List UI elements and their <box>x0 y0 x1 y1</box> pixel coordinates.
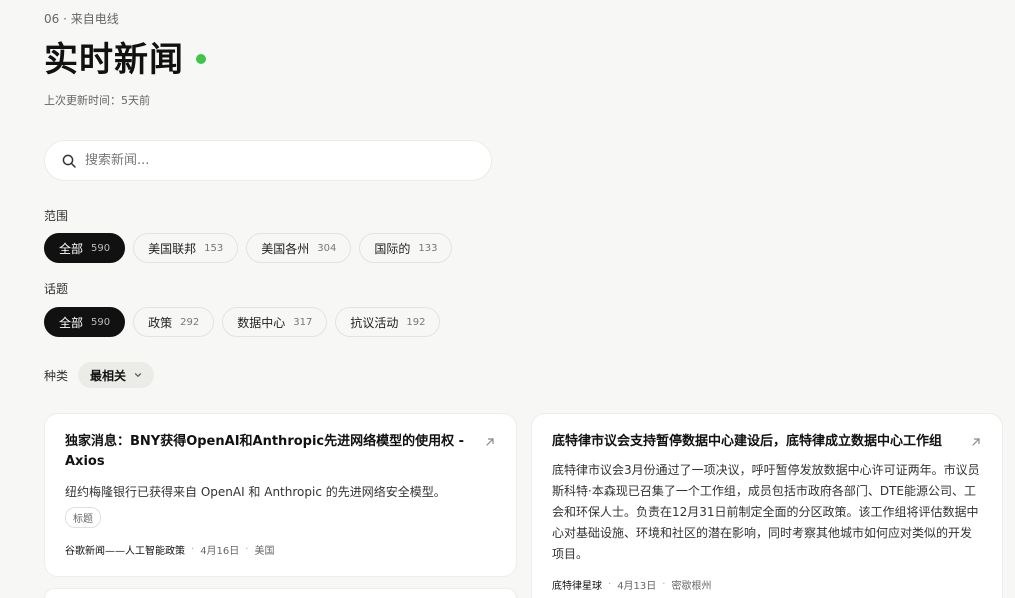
card-meta: 谷歌新闻——人工智能政策 · 4月16日 · 美国 <box>65 542 496 557</box>
chip-count: 317 <box>293 316 313 328</box>
card-title[interactable]: 底特律市议会支持暂停数据中心建设后，底特律成立数据中心工作组 <box>552 432 942 452</box>
card-meta: 底特律星球 · 4月13日 · 密歇根州 <box>552 577 982 592</box>
meta-separator: · <box>662 579 666 590</box>
news-page: 06 · 来自电线 实时新闻 上次更新时间：5天前 范围 全部 590 美国联邦 1… <box>0 0 1015 598</box>
news-card-partial[interactable] <box>44 588 517 598</box>
live-indicator-icon <box>196 53 206 64</box>
chip-label: 抗议活动 <box>350 315 399 330</box>
meta-separator: · <box>608 579 612 590</box>
sort-row: 种类 最相关 <box>44 362 155 388</box>
chip-count: 304 <box>317 242 337 254</box>
scope-chip-us-states[interactable]: 美国各州 304 <box>246 233 352 263</box>
chip-label: 国际的 <box>374 241 411 256</box>
card-header: 底特律市议会支持暂停数据中心建设后，底特律成立数据中心工作组 <box>552 432 982 452</box>
chip-label: 美国联邦 <box>148 241 197 256</box>
card-source: 底特律星球 <box>552 581 602 592</box>
card-date: 4月16日 <box>200 546 240 557</box>
chip-label: 美国各州 <box>261 241 310 256</box>
topic-filter: 全部 590 政策 292 数据中心 317 抗议活动 192 <box>44 307 441 337</box>
news-card[interactable]: 底特律市议会支持暂停数据中心建设后，底特律成立数据中心工作组 底特律市议会3月份… <box>531 413 1003 598</box>
search-input[interactable] <box>85 153 465 168</box>
page-title: 实时新闻 <box>44 40 184 80</box>
search-icon <box>61 153 77 169</box>
card-description: 纽约梅隆银行已获得来自 OpenAI 和 Anthropic 的先进网络安全模型… <box>65 485 446 499</box>
scope-chip-international[interactable]: 国际的 133 <box>359 233 453 263</box>
card-tag: 标题 <box>65 507 101 528</box>
news-card[interactable]: 独家消息：BNY获得OpenAI和Anthropic先进网络模型的使用权 - A… <box>44 413 517 577</box>
chip-count: 590 <box>91 316 111 328</box>
chip-label: 数据中心 <box>237 315 286 330</box>
scope-chip-all[interactable]: 全部 590 <box>44 233 126 263</box>
card-description: 底特律市议会3月份通过了一项决议，呼吁暂停发放数据中心许可证两年。市议员斯科特·… <box>552 463 980 561</box>
chip-count: 590 <box>91 242 111 254</box>
search-box[interactable] <box>44 140 492 181</box>
card-header: 独家消息：BNY获得OpenAI和Anthropic先进网络模型的使用权 - A… <box>65 432 496 472</box>
chip-label: 政策 <box>148 315 173 330</box>
topic-chip-data-center[interactable]: 数据中心 317 <box>222 307 328 337</box>
section-eyebrow: 06 · 来自电线 <box>44 12 119 26</box>
chip-label: 全部 <box>59 241 84 256</box>
topic-chip-policy[interactable]: 政策 292 <box>133 307 215 337</box>
chip-label: 全部 <box>59 315 84 330</box>
topic-label: 话题 <box>44 282 69 296</box>
card-date: 4月13日 <box>617 581 657 592</box>
title-row: 实时新闻 <box>44 32 206 81</box>
external-link-icon[interactable] <box>484 436 496 448</box>
scope-chip-us-federal[interactable]: 美国联邦 153 <box>133 233 239 263</box>
scope-label: 范围 <box>44 209 69 223</box>
meta-separator: · <box>245 544 249 555</box>
card-region: 密歇根州 <box>671 581 712 592</box>
topic-chip-all[interactable]: 全部 590 <box>44 307 126 337</box>
card-region: 美国 <box>254 546 275 557</box>
scope-filter: 全部 590 美国联邦 153 美国各州 304 国际的 133 <box>44 233 453 263</box>
sort-value: 最相关 <box>90 368 127 383</box>
card-source: 谷歌新闻——人工智能政策 <box>65 546 185 557</box>
chip-count: 153 <box>204 242 224 254</box>
sort-label: 种类 <box>44 368 69 383</box>
chip-count: 192 <box>406 316 426 328</box>
card-title[interactable]: 独家消息：BNY获得OpenAI和Anthropic先进网络模型的使用权 - A… <box>65 432 474 472</box>
chevron-down-icon <box>134 371 142 379</box>
chip-count: 133 <box>418 242 438 254</box>
sort-dropdown[interactable]: 最相关 <box>78 362 155 388</box>
topic-chip-protests[interactable]: 抗议活动 192 <box>335 307 441 337</box>
external-link-icon[interactable] <box>970 436 982 448</box>
chip-count: 292 <box>180 316 200 328</box>
meta-separator: · <box>191 544 195 555</box>
last-updated: 上次更新时间：5天前 <box>44 94 150 107</box>
